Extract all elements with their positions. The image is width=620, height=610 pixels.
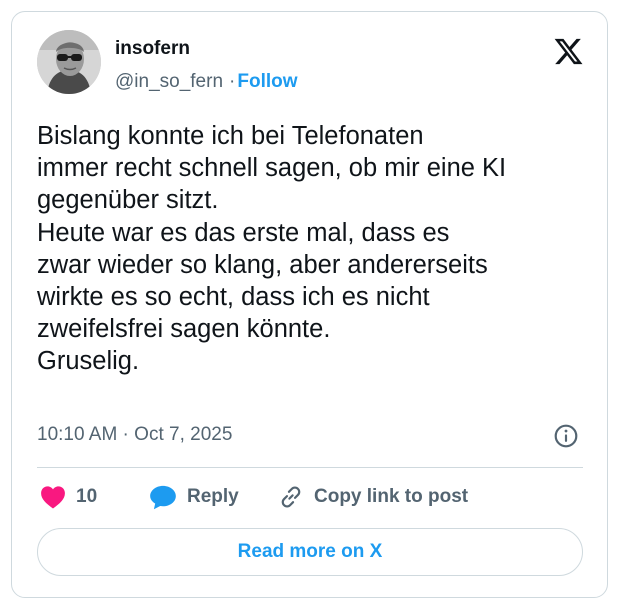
copy-link-button[interactable]: Copy link to post — [278, 482, 468, 512]
reply-label: Reply — [187, 486, 239, 507]
info-icon[interactable] — [553, 423, 579, 449]
read-more-button[interactable]: Read more on X — [37, 528, 583, 576]
post-text-line: zwar wieder so klang, aber andererseits — [37, 250, 488, 279]
post-text-line: gegenüber sitzt. — [37, 186, 219, 215]
post-text: Bislang konnte ich bei Telefonaten immer… — [37, 120, 597, 378]
author-handle[interactable]: @in_so_fern — [115, 71, 223, 92]
x-logo-icon[interactable] — [553, 36, 584, 67]
author-handle-row: @in_so_fern · Follow — [115, 71, 298, 93]
post-text-line: Heute war es das erste mal, dass es — [37, 218, 450, 247]
post-text-line: wirkte es so echt, dass ich es nicht — [37, 283, 430, 312]
reply-button[interactable]: Reply — [149, 482, 239, 512]
heart-icon — [41, 486, 65, 509]
author-name[interactable]: insofern — [115, 38, 190, 60]
post-text-line: zweifelsfrei sagen könnte. — [37, 315, 331, 344]
like-count: 10 — [76, 486, 98, 507]
post-timestamp[interactable]: 10:10 AM · Oct 7, 2025 — [37, 424, 232, 446]
avatar[interactable] — [37, 30, 101, 94]
speech-bubble-icon — [150, 485, 176, 510]
post-text-line: Gruselig. — [37, 347, 140, 376]
post-text-line: immer recht schnell sagen, ob mir eine K… — [37, 154, 507, 183]
copy-link-label: Copy link to post — [314, 486, 469, 507]
avatar-image — [37, 30, 101, 94]
divider — [37, 467, 583, 468]
separator-dot: · — [229, 71, 236, 92]
like-button[interactable]: 10 — [40, 482, 97, 512]
follow-button[interactable]: Follow — [237, 71, 297, 92]
post-text-line: Bislang konnte ich bei Telefonaten — [37, 122, 424, 150]
embedded-post-card: insofern @in_so_fern · Follow Bislang konn… — [11, 11, 608, 598]
link-icon — [281, 486, 301, 508]
